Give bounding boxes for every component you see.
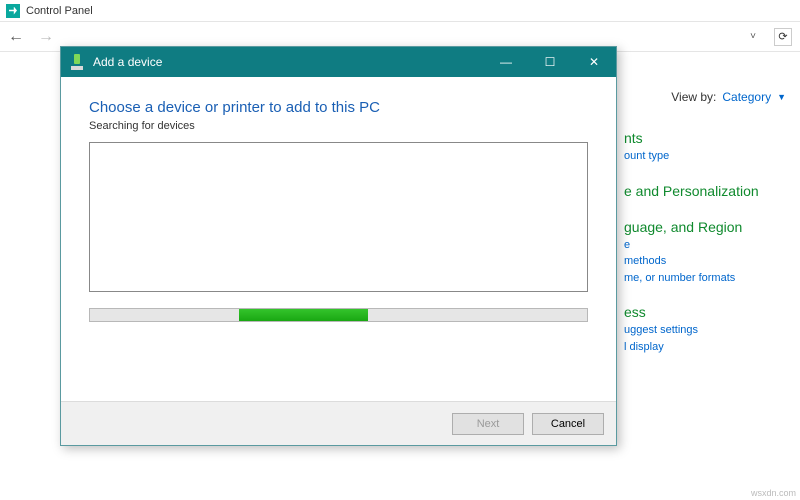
background-window-titlebar: Control Panel (0, 0, 800, 22)
back-button[interactable]: ← (8, 28, 24, 46)
dialog-titlebar[interactable]: Add a device — ☐ ✕ (61, 47, 616, 77)
address-history-dropdown[interactable]: ˅ (746, 27, 760, 46)
control-panel-icon (6, 4, 20, 18)
dialog-heading: Choose a device or printer to add to thi… (89, 99, 588, 116)
refresh-button[interactable]: ⟳ (774, 28, 792, 46)
forward-button: → (38, 28, 54, 46)
category-region: guage, and Region e methods me, or numbe… (624, 219, 794, 287)
device-list[interactable] (89, 142, 588, 292)
dialog-footer: Next Cancel (61, 401, 616, 445)
device-icon (71, 54, 85, 70)
category-appearance: e and Personalization (624, 183, 794, 201)
category-list: nts ount type e and Personalization guag… (624, 130, 794, 355)
dialog-subheading: Searching for devices (89, 120, 588, 132)
category-link[interactable]: me, or number formats (624, 270, 794, 287)
view-by-value[interactable]: Category (722, 90, 771, 104)
category-ease-of-access: ess uggest settings l display (624, 304, 794, 355)
dialog-body: Choose a device or printer to add to thi… (61, 77, 616, 322)
search-progress-bar (89, 308, 588, 322)
progress-indicator (239, 309, 368, 321)
dialog-title: Add a device (93, 55, 162, 69)
minimize-button[interactable]: — (484, 47, 528, 77)
category-title[interactable]: nts (624, 130, 794, 146)
category-title[interactable]: guage, and Region (624, 219, 794, 235)
view-by-caret-icon[interactable]: ▼ (777, 92, 786, 102)
cancel-button[interactable]: Cancel (532, 413, 604, 435)
category-link[interactable]: methods (624, 253, 794, 270)
category-link[interactable]: ount type (624, 148, 794, 165)
close-button[interactable]: ✕ (572, 47, 616, 77)
category-title[interactable]: e and Personalization (624, 183, 794, 199)
next-button: Next (452, 413, 524, 435)
view-by-selector: View by: Category ▼ (671, 90, 786, 104)
view-by-label: View by: (671, 90, 716, 104)
category-accounts: nts ount type (624, 130, 794, 165)
category-link[interactable]: l display (624, 339, 794, 356)
category-link[interactable]: e (624, 237, 794, 254)
background-window-title: Control Panel (26, 5, 93, 17)
watermark: wsxdn.com (751, 488, 796, 498)
add-device-dialog: Add a device — ☐ ✕ Choose a device or pr… (60, 46, 617, 446)
category-link[interactable]: uggest settings (624, 322, 794, 339)
maximize-button[interactable]: ☐ (528, 47, 572, 77)
category-title[interactable]: ess (624, 304, 794, 320)
